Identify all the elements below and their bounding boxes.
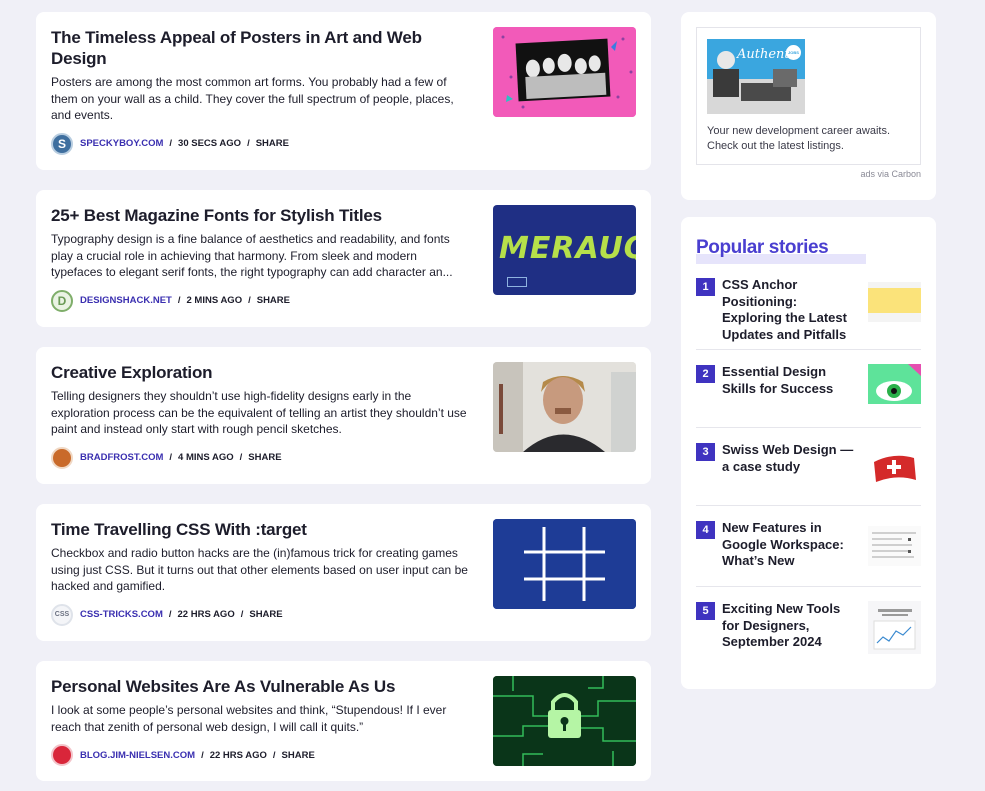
- share-button[interactable]: SHARE: [256, 138, 289, 149]
- article-meta: BRADFROST.COM / 4 MINS AGO / SHARE: [51, 446, 471, 469]
- article-meta: S SPECKYBOY.COM / 30 SECS AGO / SHARE: [51, 132, 471, 155]
- article-excerpt: Telling designers they shouldn’t use hig…: [51, 389, 467, 436]
- story-thumbnail[interactable]: [868, 601, 921, 654]
- ad-image[interactable]: Authentic JOBS: [707, 39, 805, 114]
- article-card[interactable]: Personal Websites Are As Vulnerable As U…: [36, 661, 651, 781]
- article-excerpt: Typography design is a fine balance of a…: [51, 232, 453, 279]
- story-rank: 3: [696, 443, 715, 461]
- popular-story[interactable]: 3 Swiss Web Design — a case study: [696, 428, 921, 506]
- article-card[interactable]: 25+ Best Magazine Fonts for Stylish Titl…: [36, 190, 651, 327]
- source-favicon: [51, 446, 73, 469]
- article-title[interactable]: Personal Websites Are As Vulnerable As U…: [51, 676, 471, 697]
- time-ago: 30 SECS AGO: [178, 138, 242, 149]
- article-feed: The Timeless Appeal of Posters in Art an…: [36, 12, 651, 791]
- story-title[interactable]: Essential Design Skills for Success: [722, 364, 854, 397]
- article-meta: BLOG.JIM-NIELSEN.COM / 22 HRS AGO / SHAR…: [51, 744, 471, 766]
- article-excerpt: I look at some people’s personal website…: [51, 703, 447, 734]
- story-thumbnail[interactable]: [868, 448, 921, 488]
- popular-story[interactable]: 4 New Features in Google Workspace: What…: [696, 506, 921, 587]
- source-favicon: d: [51, 289, 73, 312]
- story-title[interactable]: CSS Anchor Positioning: Exploring the La…: [722, 277, 854, 343]
- source-link[interactable]: DESIGNSHACK.NET: [80, 295, 172, 306]
- popular-story[interactable]: 1 CSS Anchor Positioning: Exploring the …: [696, 267, 921, 350]
- source-favicon: [51, 744, 73, 766]
- share-button[interactable]: SHARE: [257, 295, 290, 306]
- poster-image: [493, 27, 636, 117]
- article-thumbnail[interactable]: [493, 676, 636, 766]
- ad-image-badge: JOBS: [786, 45, 801, 60]
- popular-story[interactable]: 2 Essential Design Skills for Success: [696, 350, 921, 428]
- share-button[interactable]: SHARE: [249, 609, 282, 620]
- article-title[interactable]: The Timeless Appeal of Posters in Art an…: [51, 27, 471, 69]
- popular-stories: Popular stories 1 CSS Anchor Positioning…: [681, 217, 936, 689]
- source-favicon: css: [51, 603, 73, 626]
- article-card[interactable]: Creative Exploration Telling designers t…: [36, 347, 651, 484]
- story-thumbnail[interactable]: [868, 282, 921, 322]
- article-title[interactable]: Time Travelling CSS With :target: [51, 519, 471, 540]
- ad-text[interactable]: Your new development career awaits. Chec…: [707, 124, 897, 154]
- article-meta: d DESIGNSHACK.NET / 2 MINS AGO / SHARE: [51, 289, 471, 312]
- article-thumbnail[interactable]: [493, 519, 636, 609]
- share-button[interactable]: SHARE: [248, 452, 281, 463]
- share-button[interactable]: SHARE: [282, 750, 315, 761]
- story-rank: 1: [696, 278, 715, 296]
- article-excerpt: Checkbox and radio button hacks are the …: [51, 546, 468, 593]
- article-title[interactable]: Creative Exploration: [51, 362, 471, 383]
- story-rank: 4: [696, 521, 715, 539]
- source-link[interactable]: BLOG.JIM-NIELSEN.COM: [80, 750, 195, 761]
- story-thumbnail[interactable]: [868, 364, 921, 404]
- time-ago: 2 MINS AGO: [186, 295, 243, 306]
- story-title[interactable]: New Features in Google Workspace: What’s…: [722, 520, 854, 570]
- time-ago: 4 MINS AGO: [178, 452, 234, 463]
- thumbnail-box: [507, 277, 527, 287]
- ad-container[interactable]: Authentic JOBS Your new development care…: [696, 27, 921, 165]
- story-title[interactable]: Swiss Web Design — a case study: [722, 442, 854, 475]
- source-link[interactable]: SPECKYBOY.COM: [80, 138, 163, 149]
- popular-stories-heading: Popular stories: [696, 237, 867, 264]
- story-rank: 2: [696, 365, 715, 383]
- source-link[interactable]: CSS-TRICKS.COM: [80, 609, 163, 620]
- hashtag-grid-image: [493, 519, 636, 609]
- popular-story[interactable]: 5 Exciting New Tools for Designers, Sept…: [696, 587, 921, 659]
- carbon-ad: Authentic JOBS Your new development care…: [681, 12, 936, 200]
- story-thumbnail[interactable]: [868, 526, 921, 566]
- article-card[interactable]: Time Travelling CSS With :target Checkbo…: [36, 504, 651, 641]
- article-excerpt: Posters are among the most common art fo…: [51, 75, 454, 122]
- source-link[interactable]: BRADFROST.COM: [80, 452, 163, 463]
- time-ago: 22 HRS AGO: [209, 749, 267, 761]
- ads-via-carbon[interactable]: ads via Carbon: [696, 169, 921, 179]
- article-title[interactable]: 25+ Best Magazine Fonts for Stylish Titl…: [51, 205, 471, 226]
- story-rank: 5: [696, 602, 715, 620]
- article-meta: css CSS-TRICKS.COM / 22 HRS AGO / SHARE: [51, 603, 471, 626]
- article-thumbnail[interactable]: MERAUQ: [493, 205, 636, 295]
- thumbnail-caption: MERAUQ: [499, 231, 636, 266]
- article-thumbnail[interactable]: [493, 362, 636, 452]
- time-ago: 22 HRS AGO: [177, 609, 235, 620]
- story-title[interactable]: Exciting New Tools for Designers, Septem…: [722, 601, 854, 651]
- circuit-lock-image: [493, 676, 636, 766]
- source-favicon: S: [51, 132, 73, 155]
- article-thumbnail[interactable]: [493, 27, 636, 117]
- person-photo: [493, 362, 636, 452]
- article-card[interactable]: The Timeless Appeal of Posters in Art an…: [36, 12, 651, 170]
